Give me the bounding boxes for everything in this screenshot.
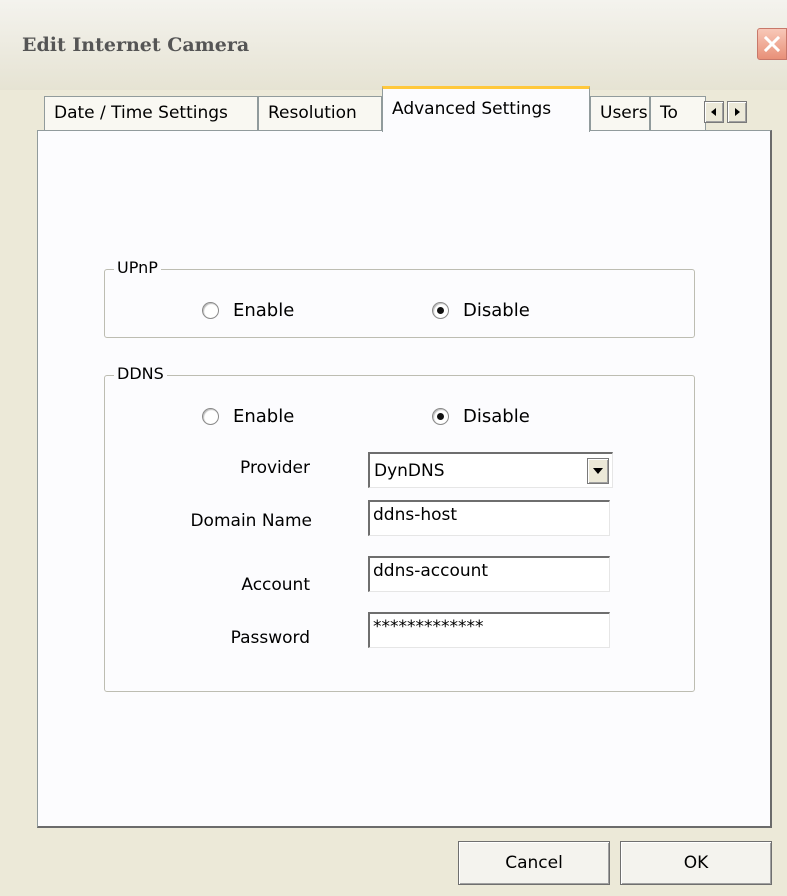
close-button[interactable] bbox=[757, 28, 787, 60]
ok-button-label: OK bbox=[683, 853, 709, 873]
ddns-enable-radio[interactable]: Enable bbox=[202, 406, 294, 427]
radio-selected-dot bbox=[437, 307, 444, 314]
ok-button[interactable]: OK bbox=[620, 841, 772, 885]
upnp-enable-radio[interactable]: Enable bbox=[202, 300, 294, 321]
radio-label: Enable bbox=[233, 406, 295, 427]
password-label: Password bbox=[230, 628, 310, 648]
radio-selected-dot bbox=[437, 413, 444, 420]
radio-circle bbox=[432, 302, 449, 319]
chevron-down-icon bbox=[593, 467, 603, 474]
cancel-button-label: Cancel bbox=[505, 853, 563, 873]
arrow-left-icon bbox=[711, 108, 716, 116]
radio-label: Enable bbox=[233, 300, 295, 321]
password-input[interactable]: ************* bbox=[368, 612, 610, 648]
account-input[interactable]: ddns-account bbox=[368, 556, 610, 592]
tab-scroll-left-button[interactable] bbox=[704, 101, 724, 123]
tab-advanced-settings[interactable]: Advanced Settings bbox=[382, 86, 590, 132]
radio-label: Disable bbox=[463, 300, 530, 321]
provider-value: DynDNS bbox=[374, 460, 445, 481]
account-label: Account bbox=[241, 575, 310, 595]
upnp-disable-radio[interactable]: Disable bbox=[432, 300, 530, 321]
radio-circle bbox=[432, 408, 449, 425]
domain-name-label: Domain Name bbox=[190, 511, 312, 531]
arrow-right-icon bbox=[735, 108, 740, 116]
radio-circle bbox=[202, 408, 219, 425]
radio-circle bbox=[202, 302, 219, 319]
tab-resolution[interactable]: Resolution bbox=[258, 96, 382, 130]
tab-label: Date / Time Settings bbox=[54, 103, 228, 123]
tab-label: To bbox=[660, 103, 678, 123]
provider-dropdown-button[interactable] bbox=[587, 457, 609, 484]
ddns-disable-radio[interactable]: Disable bbox=[432, 406, 530, 427]
domain-name-input[interactable]: ddns-host bbox=[368, 500, 610, 536]
tab-label: Resolution bbox=[268, 103, 357, 123]
provider-label: Provider bbox=[240, 458, 310, 478]
tab-tools[interactable]: To bbox=[650, 96, 706, 130]
tab-label: Advanced Settings bbox=[392, 99, 552, 119]
tab-label: Users bbox=[600, 103, 648, 123]
close-icon bbox=[763, 35, 781, 53]
window-title: Edit Internet Camera bbox=[22, 34, 250, 56]
tab-users[interactable]: Users bbox=[590, 96, 650, 130]
ddns-legend: DDNS bbox=[114, 364, 167, 383]
upnp-legend: UPnP bbox=[114, 258, 161, 277]
radio-label: Disable bbox=[463, 406, 530, 427]
provider-select[interactable]: DynDNS bbox=[368, 452, 613, 488]
tab-date-time-settings[interactable]: Date / Time Settings bbox=[44, 96, 258, 130]
tab-scroll-right-button[interactable] bbox=[727, 101, 747, 123]
cancel-button[interactable]: Cancel bbox=[458, 841, 610, 885]
upnp-group bbox=[104, 269, 695, 338]
